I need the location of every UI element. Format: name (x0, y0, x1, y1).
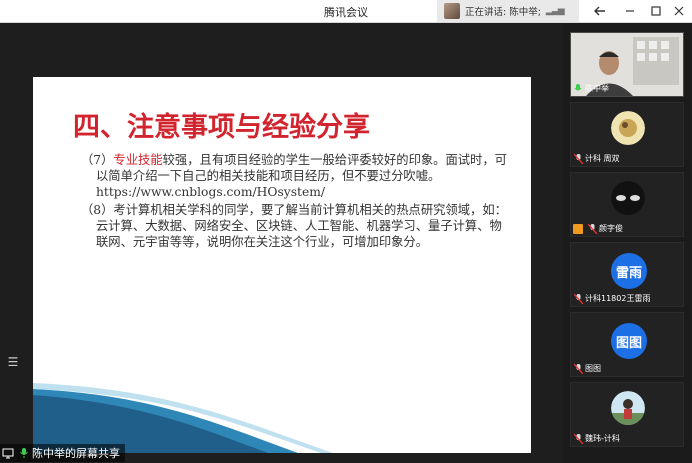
participant-name: 计科 周双 (585, 154, 620, 163)
mic-muted-icon (573, 433, 583, 444)
mic-muted-icon (573, 363, 583, 374)
participant-label: 计科11802王雷雨 (573, 293, 650, 304)
slide-title: 四、注意事项与经验分享 (73, 112, 370, 143)
participant-label: 颜字俊 (573, 223, 623, 234)
screen-share-label: 陈中举的屏幕共享 (0, 444, 125, 462)
participant-avatar (611, 111, 645, 145)
participant-tile[interactable]: 陈中举 (570, 32, 684, 97)
participant-tile[interactable]: 雷雨 计科11802王雷雨 (570, 242, 684, 307)
point-7: （7）专业技能较强，且有项目经验的学生一般给评委较好的印象。面试时，可以简单介绍… (81, 152, 511, 200)
point-8: （8）考计算机相关学科的同学，要了解当前计算机相关的热点研究领域，如：云计算、大… (81, 203, 507, 249)
minimize-icon[interactable] (617, 0, 643, 22)
participant-avatar: 雷雨 (611, 253, 647, 289)
speaker-avatar (444, 3, 460, 19)
participant-name: 计科11802王雷雨 (585, 294, 651, 303)
presentation-slide: 四、注意事项与经验分享 （7）专业技能较强，且有项目经验的学生一般给评委较好的印… (33, 77, 531, 453)
raise-hand-icon (573, 223, 583, 234)
share-label-text: 陈中举的屏幕共享 (32, 447, 120, 460)
participant-tile[interactable]: 颜字俊 (570, 172, 684, 237)
mic-icon (16, 445, 32, 461)
title-bar: 腾讯会议 正在讲话: 陈中举; ▂▃▅ (0, 0, 692, 23)
mic-muted-icon (573, 293, 583, 304)
audio-level-icon: ▂▃▅ (545, 6, 565, 16)
screen-share-icon (0, 445, 16, 461)
sidebar-toggle-icon[interactable]: ☰ (4, 353, 22, 371)
participant-name: 颜字俊 (599, 224, 623, 233)
back-icon[interactable] (587, 0, 613, 22)
point-7-number: （7） (81, 153, 114, 167)
participant-name: 图图 (585, 364, 601, 373)
speaking-text: 正在讲话: 陈中举; (465, 7, 541, 18)
participant-label: 计科 周双 (573, 153, 620, 164)
participant-name: 魏玮-计科 (585, 434, 620, 443)
mic-muted-icon (573, 153, 583, 164)
participant-label: 图图 (573, 363, 601, 374)
close-icon[interactable] (666, 0, 692, 22)
participant-avatar (611, 181, 645, 215)
participant-avatar: 图图 (611, 323, 647, 359)
participant-tile[interactable]: 魏玮-计科 (570, 382, 684, 447)
participant-tile[interactable]: 图图 图图 (570, 312, 684, 377)
participant-tile[interactable]: 计科 周双 (570, 102, 684, 167)
slide-body: （7）专业技能较强，且有项目经验的学生一般给评委较好的印象。面试时，可以简单介绍… (81, 152, 511, 252)
screen-share-area: 四、注意事项与经验分享 （7）专业技能较强，且有项目经验的学生一般给评委较好的印… (0, 23, 563, 463)
participant-label: 魏玮-计科 (573, 433, 620, 444)
participant-label: 陈中举 (573, 83, 609, 94)
participant-avatar (611, 391, 645, 425)
speaking-indicator: 正在讲话: 陈中举; ▂▃▅ (437, 0, 579, 22)
mic-muted-icon (587, 223, 597, 234)
participant-list: 陈中举 计科 周双 颜字俊 雷雨 计科11802王雷雨 图图 图图 魏玮-计科 (563, 23, 692, 463)
point-7-highlight: 专业技能 (113, 153, 163, 167)
participant-name: 陈中举 (585, 84, 609, 93)
mic-active-icon (573, 83, 583, 94)
